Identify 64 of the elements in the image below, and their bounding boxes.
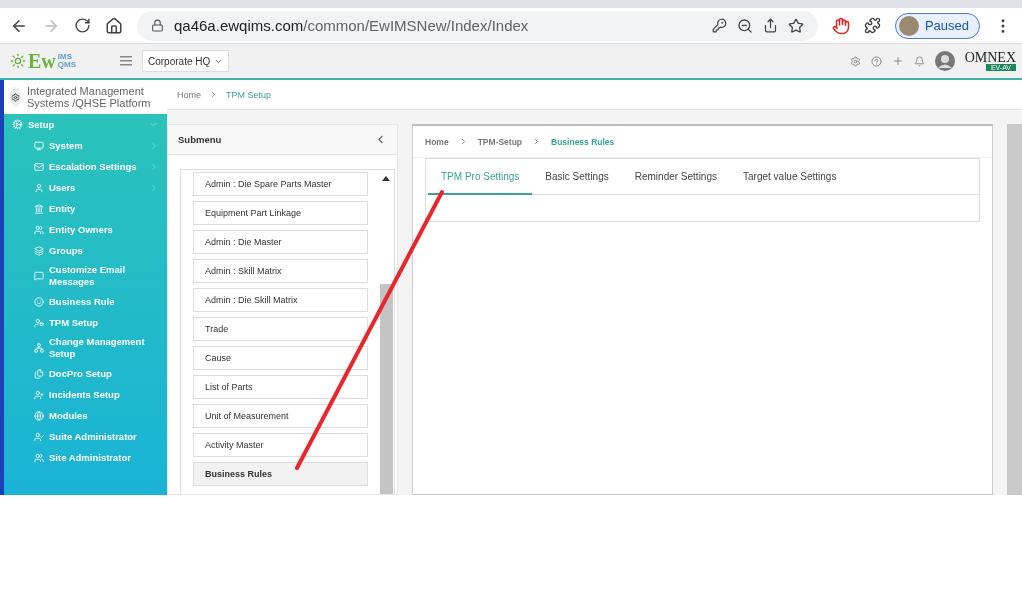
item-icon: [34, 431, 44, 442]
address-bar[interactable]: qa46a.ewqims.com/common/EwIMSNew/Index/Index: [137, 10, 818, 41]
help-icon[interactable]: [870, 55, 882, 67]
scroll-up-icon[interactable]: [382, 176, 390, 181]
settings-tab[interactable]: Basic Settings: [532, 159, 622, 195]
puzzle-icon[interactable]: [863, 17, 881, 34]
submenu-item[interactable]: Unit of Measurement: [193, 404, 368, 428]
settings-icon[interactable]: [10, 87, 21, 107]
item-icon: [34, 271, 44, 281]
item-icon: [34, 161, 44, 172]
item-icon: [34, 182, 44, 193]
reload-icon[interactable]: [74, 17, 91, 34]
item-icon: [34, 317, 44, 328]
gears-icon: [12, 119, 23, 130]
submenu-item[interactable]: Trade: [193, 317, 368, 341]
item-icon: [34, 140, 44, 151]
item-icon: [34, 452, 44, 463]
sidebar-item[interactable]: Modules: [4, 405, 167, 426]
submenu-item[interactable]: Business Rules: [193, 462, 368, 486]
item-icon: [34, 296, 44, 307]
site-select[interactable]: Corporate HQ: [142, 50, 230, 72]
profile-button[interactable]: Paused: [894, 12, 980, 39]
chevron-right-icon: [209, 90, 218, 99]
submenu-item[interactable]: Activity Master: [193, 433, 368, 457]
key-icon[interactable]: [711, 18, 727, 33]
star-icon[interactable]: [787, 17, 804, 34]
breadcrumb-link[interactable]: Business Rules: [551, 136, 615, 147]
submenu-item[interactable]: List of Parts: [193, 375, 368, 399]
item-icon: [34, 343, 44, 353]
submenu-title: Submenu: [178, 134, 222, 145]
settings-tab[interactable]: Target value Settings: [730, 159, 850, 195]
sidebar-item[interactable]: Change Management Setup: [4, 333, 167, 363]
share-icon[interactable]: [762, 18, 778, 33]
item-icon: [34, 224, 44, 235]
item-icon: [34, 203, 44, 214]
breadcrumb-link[interactable]: TPM Setup: [226, 89, 272, 100]
item-icon: [34, 368, 44, 379]
stop-hand-icon[interactable]: [831, 16, 850, 35]
user-avatar-icon[interactable]: [934, 51, 955, 71]
breadcrumb-link[interactable]: Home: [177, 89, 201, 100]
settings-tab[interactable]: TPM Pro Settings: [428, 159, 533, 195]
breadcrumb-link[interactable]: Home: [425, 136, 449, 147]
item-icon: [34, 410, 44, 421]
settings-tab[interactable]: Reminder Settings: [621, 159, 730, 195]
submenu-item[interactable]: Admin : Die Skill Matrix: [193, 288, 368, 312]
submenu-item[interactable]: Admin : Die Spare Parts Master: [193, 172, 368, 196]
platform-title: Integrated Management Systems /QHSE Platform: [27, 85, 152, 109]
chevron-right-icon: [532, 137, 541, 146]
sidebar-item[interactable]: Site Administrator: [4, 447, 167, 468]
scrollbar[interactable]: [1007, 124, 1022, 495]
submenu-item[interactable]: Admin : Skill Matrix: [193, 259, 368, 283]
sidebar-item[interactable]: DocPro Setup: [4, 363, 167, 384]
sidebar-item[interactable]: Suite Administrator: [4, 426, 167, 447]
home-icon[interactable]: [105, 16, 123, 35]
settings-icon[interactable]: [849, 55, 861, 67]
submenu-item[interactable]: Admin : Die Master: [193, 230, 368, 254]
item-icon: [34, 245, 44, 256]
submenu-item[interactable]: Cause: [193, 346, 368, 370]
submenu-item[interactable]: Equipment Part Linkage: [193, 201, 368, 225]
breadcrumb-link[interactable]: TPM-Setup: [477, 136, 522, 147]
sidebar-item[interactable]: Incidents Setup: [4, 384, 167, 405]
zoom-out-icon[interactable]: [736, 17, 753, 34]
lock-icon: [151, 19, 164, 32]
item-icon: [34, 389, 44, 400]
